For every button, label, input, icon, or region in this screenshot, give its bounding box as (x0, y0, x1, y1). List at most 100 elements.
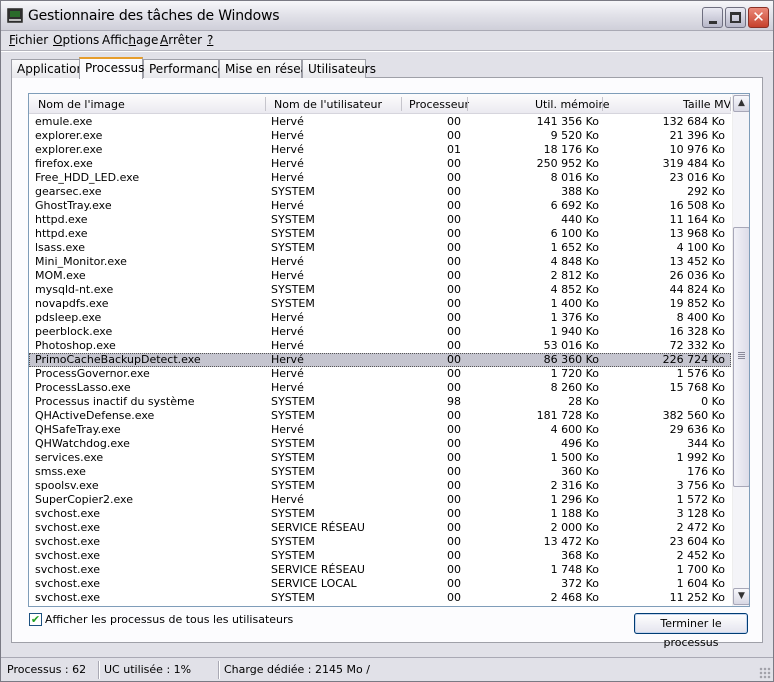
cell-cpu: 98 (447, 395, 461, 408)
cell-image-name: spoolsv.exe (35, 479, 99, 492)
table-row[interactable]: lsass.exe SYSTEM 00 1 652 Ko 4 100 Ko (29, 241, 731, 255)
column-header-cpu[interactable]: Processeur (409, 98, 469, 111)
menu-fichier[interactable]: Fichier (9, 33, 48, 47)
cell-vm-size: 23 016 Ko (669, 171, 725, 184)
scroll-up-button[interactable]: ▲ (733, 95, 749, 112)
column-resize-handle[interactable] (602, 97, 603, 111)
table-row[interactable]: services.exe SYSTEM 00 1 500 Ko 1 992 Ko (29, 451, 731, 465)
cell-cpu: 00 (447, 437, 461, 450)
cell-image-name: ProcessLasso.exe (35, 381, 131, 394)
table-row[interactable]: svchost.exe SERVICE RÉSEAU 00 1 748 Ko 1 700… (29, 563, 731, 577)
cell-image-name: explorer.exe (35, 129, 103, 142)
scroll-thumb[interactable] (733, 227, 749, 487)
table-row[interactable]: peerblock.exe Hervé 00 1 940 Ko 16 328 Ko (29, 325, 731, 339)
table-row[interactable]: QHActiveDefense.exe SYSTEM 00 181 728 Ko 382… (29, 409, 731, 423)
scroll-down-button[interactable]: ▼ (733, 588, 749, 605)
column-header-image-name[interactable]: Nom de l'image (38, 98, 125, 111)
table-row[interactable]: spoolsv.exe SYSTEM 00 2 316 Ko 3 756 Ko (29, 479, 731, 493)
table-row[interactable]: emule.exe Hervé 00 141 356 Ko 132 684 Ko (29, 115, 731, 129)
table-row[interactable]: GhostTray.exe Hervé 00 6 692 Ko 16 508 Ko (29, 199, 731, 213)
show-all-users-label[interactable]: Afficher les processus de tous les utili… (45, 613, 293, 626)
cell-mem-usage: 141 356 Ko (536, 115, 599, 128)
table-row-selected[interactable]: PrimoCacheBackupDetect.exe Hervé 00 86 360 … (29, 353, 731, 367)
table-row[interactable]: svchost.exe SERVICE LOCAL 00 372 Ko 1 604 Ko (29, 577, 731, 591)
cell-user-name: Hervé (271, 157, 304, 170)
end-process-button[interactable]: Terminer le processus (634, 613, 748, 649)
table-row[interactable]: smss.exe SYSTEM 00 360 Ko 176 Ko (29, 465, 731, 479)
close-button[interactable]: ✕ (748, 7, 769, 28)
cell-vm-size: 0 Ko (701, 395, 725, 408)
column-header-mem-usage[interactable]: Util. mémoire (535, 98, 610, 111)
cell-vm-size: 292 Ko (687, 185, 725, 198)
resize-grip-icon[interactable] (759, 667, 771, 679)
column-resize-handle[interactable] (467, 97, 468, 111)
tab-utilisateurs[interactable]: Utilisateurs (302, 59, 376, 78)
table-row[interactable]: Free_HDD_LED.exe Hervé 00 8 016 Ko 23 016 Ko (29, 171, 731, 185)
cell-user-name: SYSTEM (271, 297, 315, 310)
table-row[interactable]: gearsec.exe SYSTEM 00 388 Ko 292 Ko (29, 185, 731, 199)
table-row[interactable]: ProcessGovernor.exe Hervé 00 1 720 Ko 1 576 … (29, 367, 731, 381)
table-row[interactable]: QHWatchdog.exe SYSTEM 00 496 Ko 344 Ko (29, 437, 731, 451)
cell-cpu: 00 (447, 549, 461, 562)
tab-performances[interactable]: Performances (143, 59, 231, 78)
table-row[interactable]: mysqld-nt.exe SYSTEM 00 4 852 Ko 44 824 Ko (29, 283, 731, 297)
cell-cpu: 00 (447, 535, 461, 548)
column-resize-handle[interactable] (730, 97, 731, 111)
cell-image-name: svchost.exe (35, 563, 101, 576)
column-resize-handle[interactable] (401, 97, 402, 111)
cell-vm-size: 1 576 Ko (676, 367, 725, 380)
table-row[interactable]: svchost.exe SYSTEM 00 368 Ko 2 452 Ko (29, 549, 731, 563)
table-row[interactable]: svchost.exe SYSTEM 00 1 188 Ko 3 128 Ko (29, 507, 731, 521)
tab-processus[interactable]: Processus (79, 57, 144, 79)
table-row[interactable]: Mini_Monitor.exe Hervé 00 4 848 Ko 13 452 Ko (29, 255, 731, 269)
column-resize-handle[interactable] (265, 97, 266, 111)
maximize-button[interactable] (725, 7, 746, 28)
tab-applications[interactable]: Applications (11, 59, 90, 78)
task-manager-app-icon (7, 8, 23, 23)
column-header-user-name[interactable]: Nom de l'utilisateur (274, 98, 382, 111)
menu-divider-highlight (1, 51, 773, 52)
cell-user-name: Hervé (271, 381, 304, 394)
table-row[interactable]: Photoshop.exe Hervé 00 53 016 Ko 72 332 Ko (29, 339, 731, 353)
table-row[interactable]: svchost.exe SERVICE RÉSEAU 00 2 000 Ko 2 472… (29, 521, 731, 535)
cell-image-name: firefox.exe (35, 157, 93, 170)
cell-image-name: ProcessGovernor.exe (35, 367, 150, 380)
menu-options[interactable]: Options (53, 33, 99, 47)
column-header-vm-size[interactable]: Taille MV (683, 98, 731, 111)
table-row[interactable]: SuperCopier2.exe Hervé 00 1 296 Ko 1 572 Ko (29, 493, 731, 507)
vertical-scrollbar[interactable]: ▲ ▼ (732, 94, 749, 606)
cell-image-name: GhostTray.exe (35, 199, 112, 212)
cell-vm-size: 13 968 Ko (669, 227, 725, 240)
show-all-users-checkbox[interactable]: ✔ (29, 613, 42, 626)
cell-user-name: SYSTEM (271, 283, 315, 296)
table-row[interactable]: MOM.exe Hervé 00 2 812 Ko 26 036 Ko (29, 269, 731, 283)
process-list[interactable]: Nom de l'image Nom de l'utilisateur Proc… (28, 93, 750, 607)
menu-affichage[interactable]: Affichage (102, 33, 158, 47)
table-row[interactable]: Processus inactif du système SYSTEM 98 28 K… (29, 395, 731, 409)
table-row[interactable]: ProcessLasso.exe Hervé 00 8 260 Ko 15 768 Ko (29, 381, 731, 395)
minimize-button[interactable] (702, 7, 723, 28)
cell-cpu: 00 (447, 367, 461, 380)
title-bar[interactable]: Gestionnaire des tâches de Windows ✕ (1, 1, 773, 31)
table-row[interactable]: svchost.exe SYSTEM 00 13 472 Ko 23 604 Ko (29, 535, 731, 549)
table-row[interactable]: QHSafeTray.exe Hervé 00 4 600 Ko 29 636 Ko (29, 423, 731, 437)
tab-mise-en-reseau[interactable]: Mise en réseau (219, 59, 316, 78)
menu-arreter[interactable]: Arrêter (160, 33, 202, 47)
cell-user-name: Hervé (271, 325, 304, 338)
table-row[interactable]: svchost.exe SYSTEM 00 2 468 Ko 11 252 Ko (29, 591, 731, 605)
cell-cpu: 00 (447, 213, 461, 226)
cell-image-name: svchost.exe (35, 535, 101, 548)
table-row[interactable]: httpd.exe SYSTEM 00 440 Ko 11 164 Ko (29, 213, 731, 227)
table-row[interactable]: pdsleep.exe Hervé 00 1 376 Ko 8 400 Ko (29, 311, 731, 325)
table-row[interactable]: firefox.exe Hervé 00 250 952 Ko 319 484 Ko (29, 157, 731, 171)
cell-vm-size: 44 824 Ko (669, 283, 725, 296)
table-row[interactable]: explorer.exe Hervé 00 9 520 Ko 21 396 Ko (29, 129, 731, 143)
table-row[interactable]: novapdfs.exe SYSTEM 00 1 400 Ko 19 852 Ko (29, 297, 731, 311)
cell-cpu: 00 (447, 465, 461, 478)
table-row[interactable]: explorer.exe Hervé 01 18 176 Ko 10 976 Ko (29, 143, 731, 157)
menu-help[interactable]: ? (207, 33, 213, 47)
table-row[interactable]: httpd.exe SYSTEM 00 6 100 Ko 13 968 Ko (29, 227, 731, 241)
cell-user-name: SYSTEM (271, 437, 315, 450)
minimize-icon (709, 21, 717, 24)
cell-mem-usage: 8 016 Ko (550, 171, 599, 184)
